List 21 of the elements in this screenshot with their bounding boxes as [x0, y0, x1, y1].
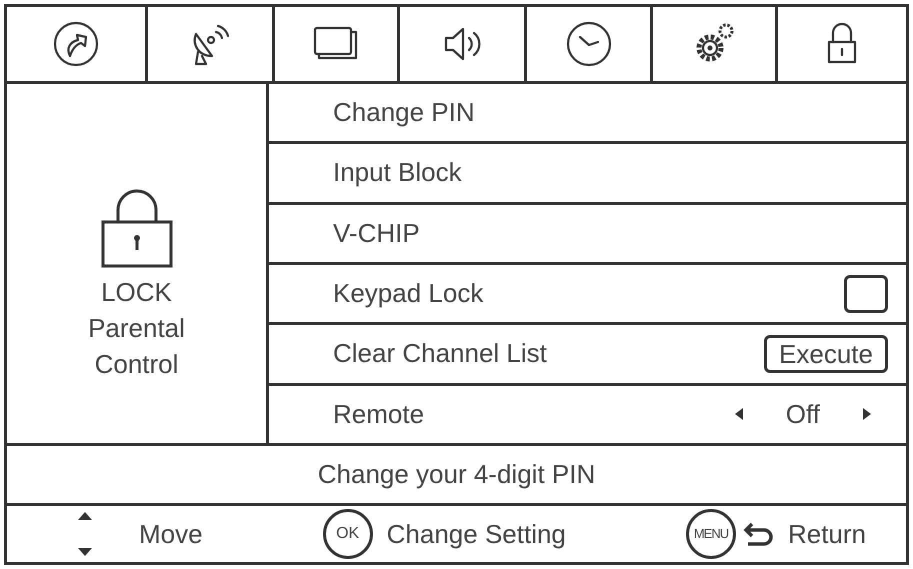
hint-label: Return: [788, 518, 866, 550]
left-arrow-icon[interactable]: [734, 407, 744, 422]
section-title: LOCK: [101, 276, 172, 308]
ok-key: OK: [322, 509, 373, 559]
menu-item[interactable]: Clear Channel List: [333, 334, 547, 374]
help-text: Change your 4-digit PIN: [318, 458, 596, 491]
return-arrow-icon: [742, 522, 774, 546]
execute-button[interactable]: Execute: [764, 334, 888, 373]
menu-item[interactable]: Change PIN: [333, 93, 475, 132]
menu-item[interactable]: Remote: [333, 394, 424, 434]
hint-label: Move: [139, 518, 203, 550]
menu-item[interactable]: Input Block: [333, 153, 462, 192]
section-subtitle: Parental Control: [87, 312, 186, 380]
right-arrow-icon[interactable]: [862, 407, 872, 422]
menu-key: MENU: [686, 509, 736, 559]
up-down-arrows-icon: [77, 511, 93, 557]
checkbox[interactable]: [844, 274, 888, 313]
hint-label: Change Setting: [386, 518, 566, 550]
option-value: Off: [786, 398, 820, 431]
menu-item[interactable]: V-CHIP: [333, 214, 420, 253]
menu-item[interactable]: Keypad Lock: [333, 274, 484, 314]
